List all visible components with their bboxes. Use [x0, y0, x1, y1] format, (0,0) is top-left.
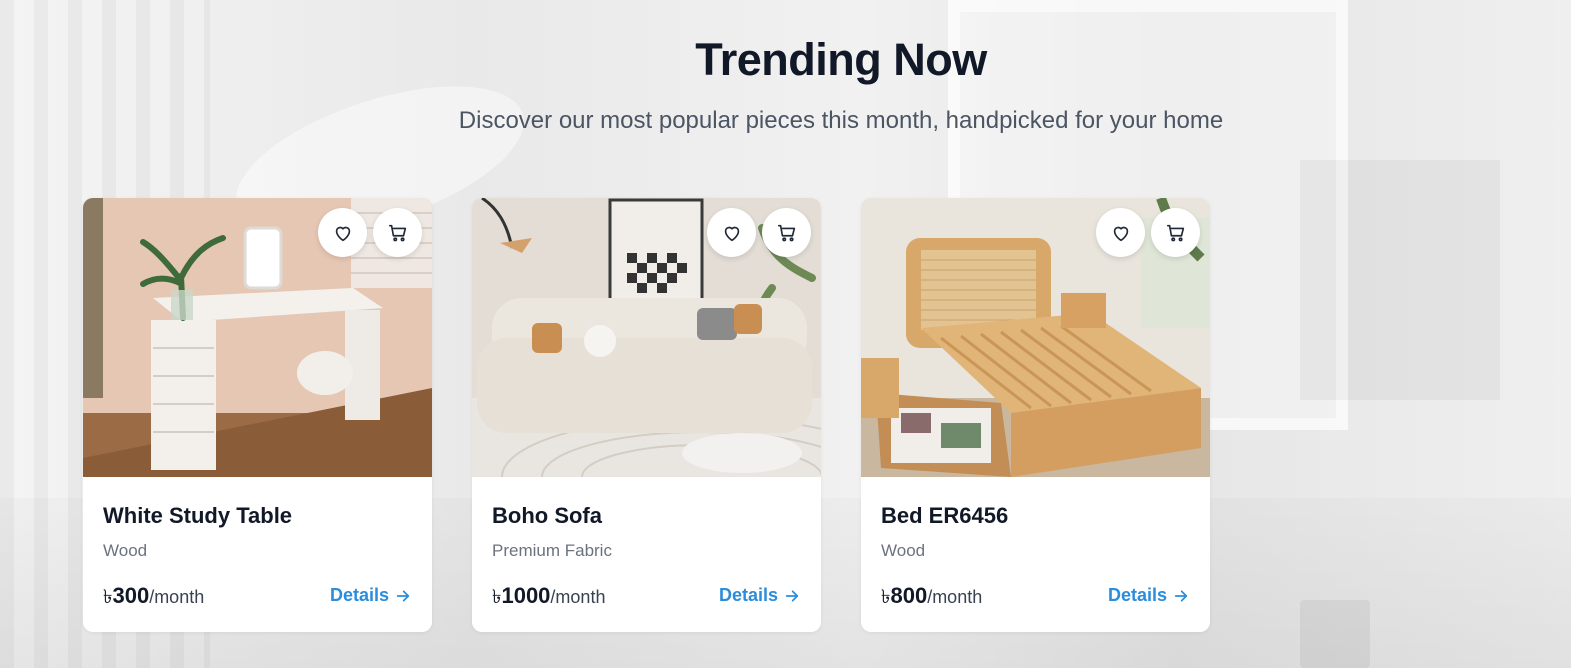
arrow-right-icon [785, 589, 799, 602]
heart-icon [724, 226, 739, 241]
product-price: ৳1000/month [492, 583, 606, 608]
favorite-button[interactable] [318, 208, 367, 257]
background-pot [1300, 600, 1370, 668]
cart-icon [388, 224, 406, 241]
product-name: Boho Sofa [492, 503, 602, 528]
details-link[interactable]: Details [1108, 585, 1189, 606]
cart-icon [1166, 224, 1184, 241]
product-material: Wood [881, 541, 926, 560]
product-price: ৳800/month [881, 583, 983, 608]
arrow-right-icon [396, 589, 410, 602]
product-card[interactable]: White Study Table Wood ৳300/month Detail… [83, 198, 432, 632]
product-material: Wood [103, 541, 148, 560]
heart-icon [335, 226, 350, 241]
product-card[interactable]: Bed ER6456 Wood ৳800/month Details [861, 198, 1210, 632]
product-name: White Study Table [103, 503, 293, 528]
add-to-cart-button[interactable] [373, 208, 422, 257]
section-title: Trending Now [695, 34, 987, 85]
product-material: Premium Fabric [492, 541, 612, 560]
details-link[interactable]: Details [330, 585, 411, 606]
add-to-cart-button[interactable] [762, 208, 811, 257]
arrow-right-icon [1174, 589, 1188, 602]
details-link[interactable]: Details [719, 585, 800, 606]
product-name: Bed ER6456 [881, 503, 1009, 528]
add-to-cart-button[interactable] [1151, 208, 1200, 257]
favorite-button[interactable] [707, 208, 756, 257]
cart-icon [777, 224, 795, 241]
product-card[interactable]: Boho Sofa Premium Fabric ৳1000/month Det… [472, 198, 821, 632]
favorite-button[interactable] [1096, 208, 1145, 257]
section-subtitle: Discover our most popular pieces this mo… [458, 107, 1224, 134]
background-frame [1300, 160, 1500, 400]
heart-icon [1113, 226, 1128, 241]
product-price: ৳300/month [103, 583, 205, 608]
